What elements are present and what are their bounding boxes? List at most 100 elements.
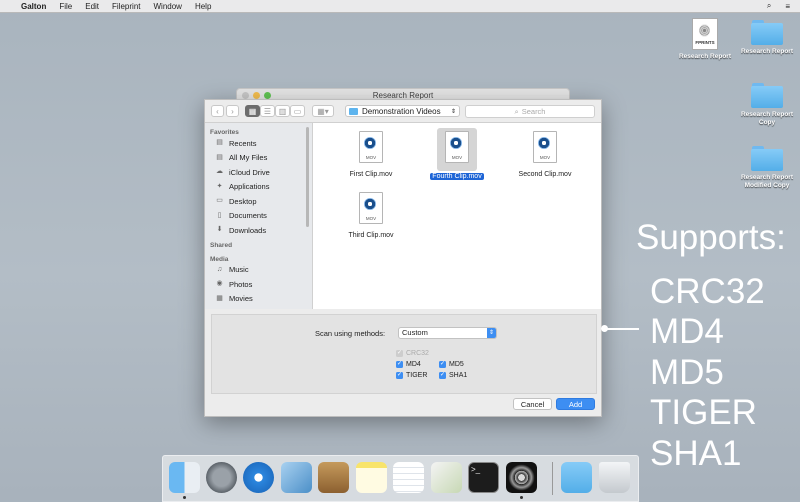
- sidebar-item-applications[interactable]: ✦ Applications: [205, 180, 312, 195]
- back-button[interactable]: ‹: [211, 105, 224, 117]
- checkmark-icon: ✓: [396, 372, 403, 379]
- checkbox-md4[interactable]: ✓ MD4: [396, 361, 421, 368]
- desktop-item-research-report-modified-copy[interactable]: Research Report Modified Copy: [732, 146, 800, 190]
- sidebar-item-recents[interactable]: ▤ Recents: [205, 136, 312, 151]
- menu-fileprint[interactable]: Fileprint: [112, 2, 140, 11]
- sidebar-item-music[interactable]: ♫ Music: [205, 263, 312, 278]
- checkmark-icon: ✓: [439, 372, 446, 379]
- location-label: Demonstration Videos: [362, 106, 441, 116]
- sidebar-item-downloads[interactable]: ⬇ Downloads: [205, 223, 312, 238]
- sidebar-item-label: Downloads: [229, 225, 267, 235]
- running-indicator: [520, 496, 523, 499]
- location-popup[interactable]: Demonstration Videos ⇕: [345, 105, 460, 117]
- method-label: MD5: [650, 353, 724, 392]
- launchpad-icon[interactable]: [206, 462, 237, 493]
- sidebar-item-label: iCloud Drive: [229, 167, 270, 177]
- cancel-button[interactable]: Cancel: [513, 398, 552, 410]
- folder-icon: [751, 146, 783, 171]
- list-view-button[interactable]: ☰: [260, 105, 275, 117]
- forward-button[interactable]: ›: [226, 105, 239, 117]
- desktop-item-research-report-doc[interactable]: FPRINTS Research Report: [670, 18, 740, 61]
- menu-app-name[interactable]: Galton: [21, 2, 46, 11]
- recents-icon: ▤: [216, 139, 223, 147]
- icon-view-button[interactable]: ▦: [245, 105, 260, 117]
- terminal-icon[interactable]: >_: [468, 462, 499, 493]
- sidebar-item-all-my-files[interactable]: ▤ All My Files: [205, 151, 312, 166]
- sidebar-item-label: Desktop: [229, 196, 257, 206]
- desktop-item-label: Research Report Modified Copy: [740, 174, 794, 189]
- sidebar-item-icloud-drive[interactable]: ☁ iCloud Drive: [205, 165, 312, 180]
- finder-icon[interactable]: [169, 462, 200, 493]
- folder-icon: [349, 107, 358, 115]
- menu-edit[interactable]: Edit: [85, 2, 99, 11]
- scan-methods-value: Custom: [402, 328, 428, 337]
- desktop-item-label: Research Report: [740, 48, 794, 55]
- desktop-item-research-report-folder[interactable]: Research Report: [732, 20, 800, 56]
- checkbox-crc32: ✓ CRC32: [396, 350, 429, 357]
- file-browser: MOV First Clip.mov MOV Fourth Clip.mov M…: [313, 123, 601, 309]
- notes-icon[interactable]: [356, 462, 387, 493]
- search-placeholder: Search: [521, 107, 546, 116]
- sidebar-header-shared: Shared: [210, 241, 233, 249]
- file-name: Third Clip.mov: [348, 232, 394, 239]
- movie-file-icon: MOV: [359, 131, 383, 163]
- menu-file[interactable]: File: [59, 2, 72, 11]
- movie-file-icon: MOV: [533, 131, 557, 163]
- file-name: Fourth Clip.mov: [430, 173, 484, 180]
- menu-window[interactable]: Window: [153, 2, 181, 11]
- checkbox-sha1[interactable]: ✓ SHA1: [439, 372, 467, 379]
- file-name: First Clip.mov: [349, 171, 393, 178]
- sidebar-header-media: Media: [210, 255, 229, 263]
- scan-methods-select[interactable]: Custom ⇕: [398, 327, 497, 339]
- chevron-updown-icon: ⇕: [487, 328, 496, 338]
- checkbox-tiger[interactable]: ✓ TIGER: [396, 372, 427, 379]
- checkbox-label: SHA1: [449, 372, 468, 379]
- checkbox-md5[interactable]: ✓ MD5: [439, 361, 464, 368]
- sidebar-item-label: Music: [229, 265, 249, 275]
- file-item[interactable]: MOV Second Clip.mov: [505, 128, 585, 178]
- folder-icon: [751, 20, 783, 45]
- dock-separator: [552, 462, 553, 495]
- folder-icon: [751, 83, 783, 108]
- sidebar-item-documents[interactable]: ▯ Documents: [205, 209, 312, 224]
- checkbox-label: MD4: [406, 361, 421, 368]
- file-item-selected[interactable]: MOV Fourth Clip.mov: [417, 128, 497, 180]
- column-view-button[interactable]: ▥: [275, 105, 290, 117]
- checkmark-icon: ✓: [439, 361, 446, 368]
- add-button[interactable]: Add: [556, 398, 595, 410]
- applications-icon: ✦: [216, 182, 223, 190]
- sidebar-header-favorites: Favorites: [210, 129, 239, 136]
- checkmark-icon: ✓: [396, 361, 403, 368]
- cloud-icon: ☁: [216, 168, 223, 176]
- sidebar-item-photos[interactable]: ◉ Photos: [205, 277, 312, 292]
- sidebar-item-desktop[interactable]: ▭ Desktop: [205, 194, 312, 209]
- coverflow-view-button[interactable]: ▭: [290, 105, 305, 117]
- callout-connector: [603, 328, 639, 330]
- trash-icon[interactable]: [599, 462, 630, 493]
- spotlight-search-icon[interactable]: ⌕: [767, 1, 771, 11]
- contacts-icon[interactable]: [318, 462, 349, 493]
- menu-bar: Galton File Edit Fileprint Window Help ⌕…: [0, 0, 800, 13]
- sidebar: Favorites ▤ Recents ▤ All My Files ☁ iCloud…: [205, 123, 313, 309]
- music-icon: ♫: [216, 265, 223, 273]
- file-item[interactable]: MOV First Clip.mov: [331, 128, 411, 178]
- textedit-icon[interactable]: [431, 462, 462, 493]
- safari-icon[interactable]: [243, 462, 274, 493]
- sidebar-item-movies[interactable]: ▦ Movies: [205, 292, 312, 307]
- desktop-item-research-report-copy[interactable]: Research Report Copy: [732, 83, 800, 127]
- notification-center-icon[interactable]: ≡: [785, 2, 790, 11]
- arrange-button[interactable]: ▦ ▾: [312, 105, 334, 117]
- arrange-icon: ▦: [317, 106, 325, 116]
- sidebar-scrollbar[interactable]: [306, 127, 309, 227]
- scan-methods-label: Scan using methods:: [315, 329, 386, 338]
- menu-help[interactable]: Help: [195, 2, 211, 11]
- downloads-folder-icon[interactable]: [561, 462, 592, 493]
- sidebar-item-label: All My Files: [229, 153, 268, 163]
- file-item[interactable]: MOV Third Clip.mov: [331, 189, 411, 239]
- galton-fingerprint-icon[interactable]: [506, 462, 537, 493]
- photos-icon: ◉: [216, 280, 223, 288]
- reminders-icon[interactable]: [393, 462, 424, 493]
- desktop-icon: ▭: [216, 197, 223, 205]
- preview-icon[interactable]: [281, 462, 312, 493]
- search-input[interactable]: ⌕ Search: [465, 105, 595, 118]
